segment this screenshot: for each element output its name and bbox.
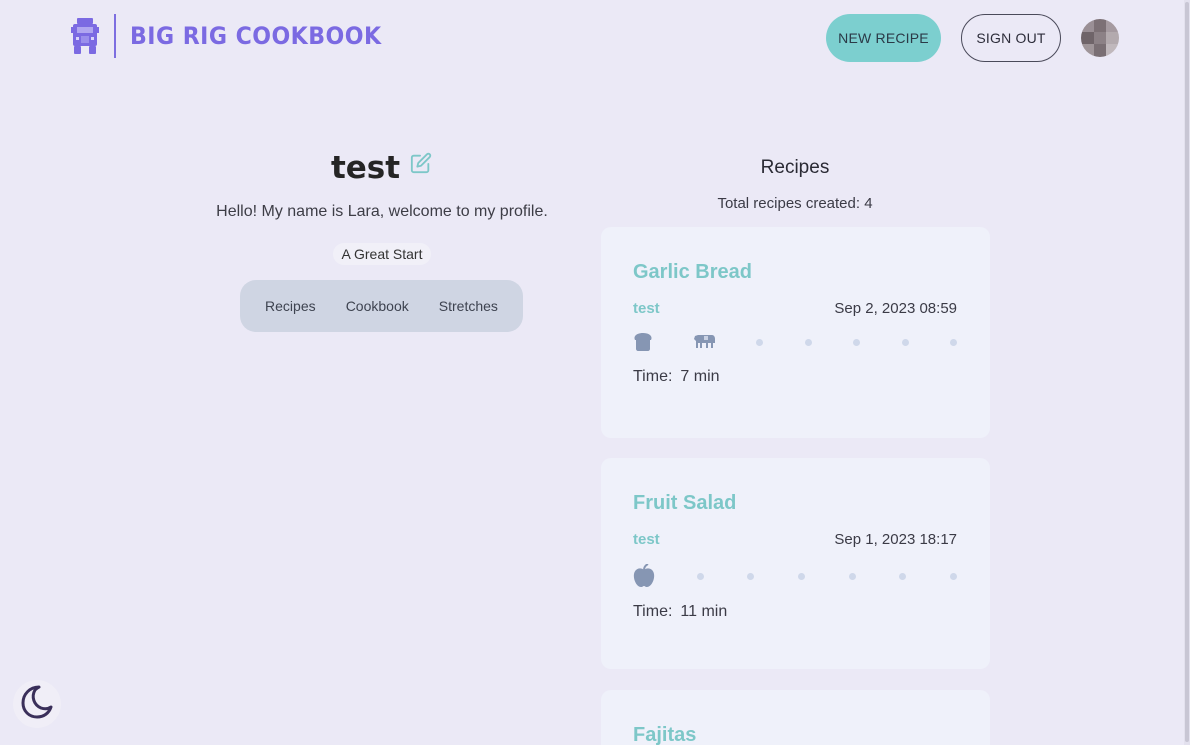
tab-recipes[interactable]: Recipes <box>259 292 322 320</box>
new-recipe-button[interactable]: NEW RECIPE <box>826 14 941 62</box>
empty-slot-dot <box>902 339 909 346</box>
empty-slot-dot <box>950 573 957 580</box>
empty-slot-dot <box>950 339 957 346</box>
recipe-date: Sep 1, 2023 18:17 <box>834 531 957 548</box>
empty-slot-dot <box>697 573 704 580</box>
recipe-title[interactable]: Garlic Bread <box>633 261 752 284</box>
recipe-title[interactable]: Fajitas <box>633 724 696 745</box>
scrollbar[interactable] <box>1184 0 1190 745</box>
profile-tabs: Recipes Cookbook Stretches <box>240 280 523 332</box>
scrollbar-thumb[interactable] <box>1185 2 1189 742</box>
recipes-count: Total recipes created: 4 <box>717 195 873 212</box>
empty-slot-dot <box>747 573 754 580</box>
time-value: 11 min <box>680 603 728 620</box>
recipe-card[interactable]: Fruit Salad test Sep 1, 2023 18:17 Time:… <box>601 458 990 669</box>
empty-slot-dot <box>798 573 805 580</box>
recipe-author[interactable]: test <box>633 300 660 317</box>
recipes-heading: Recipes <box>760 157 830 178</box>
bread-icon <box>633 333 653 356</box>
ingredient-icons <box>633 331 957 355</box>
time-value: 7 min <box>680 368 720 385</box>
apple-icon <box>633 563 655 593</box>
recipe-card[interactable]: Fajitas <box>601 690 990 745</box>
recipe-date: Sep 2, 2023 08:59 <box>834 300 957 317</box>
time-label: Time: <box>633 603 673 620</box>
profile-name: test <box>330 150 401 186</box>
empty-slot-dot <box>899 573 906 580</box>
empty-slot-dot <box>756 339 763 346</box>
sign-out-button[interactable]: SIGN OUT <box>961 14 1061 62</box>
badge-container: A Great Start <box>182 243 582 265</box>
ingredient-icons <box>633 563 957 588</box>
empty-slot-dot <box>853 339 860 346</box>
time-label: Time: <box>633 368 673 385</box>
profile-header: test <box>240 150 523 186</box>
recipe-time: Time: 7 min <box>633 368 720 386</box>
empty-slot-dot <box>849 573 856 580</box>
brand-logo[interactable]: BIG RIG COOKBOOK <box>70 14 403 58</box>
truck-icon <box>70 16 100 56</box>
page: BIG RIG COOKBOOK NEW RECIPE SIGN OUT tes… <box>0 0 1190 745</box>
user-avatar[interactable] <box>1081 19 1119 57</box>
edit-icon[interactable] <box>410 152 432 179</box>
recipe-title[interactable]: Fruit Salad <box>633 492 736 515</box>
logo-divider <box>114 14 116 58</box>
brand-name: BIG RIG COOKBOOK <box>130 22 382 50</box>
cow-icon <box>694 333 716 354</box>
achievement-badge: A Great Start <box>332 243 432 265</box>
recipe-author[interactable]: test <box>633 531 660 548</box>
profile-bio: Hello! My name is Lara, welcome to my pr… <box>216 203 548 220</box>
tab-stretches[interactable]: Stretches <box>433 292 504 320</box>
tab-cookbook[interactable]: Cookbook <box>340 292 415 320</box>
recipe-card[interactable]: Garlic Bread test Sep 2, 2023 08:59 Time… <box>601 227 990 438</box>
empty-slot-dot <box>805 339 812 346</box>
recipe-time: Time: 11 min <box>633 603 727 621</box>
moon-icon <box>19 684 55 725</box>
theme-toggle-button[interactable] <box>13 680 61 728</box>
